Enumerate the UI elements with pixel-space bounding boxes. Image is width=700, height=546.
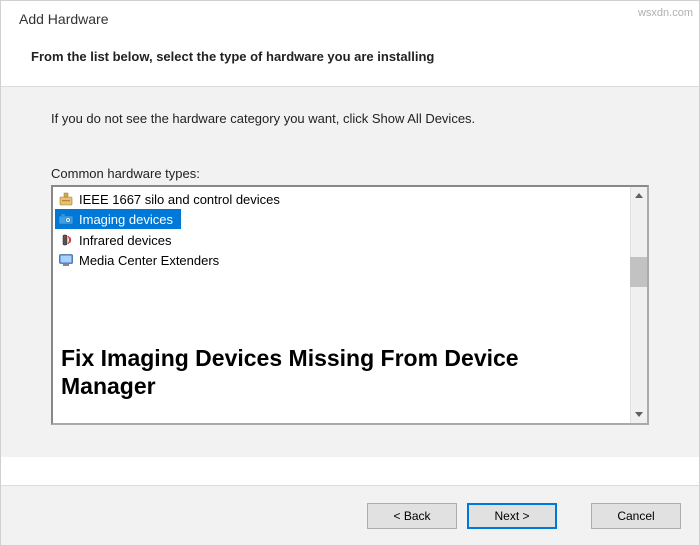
list-item-infrared[interactable]: Infrared devices xyxy=(55,230,628,250)
list-item-label: Media Center Extenders xyxy=(79,253,219,268)
media-center-extenders-icon xyxy=(57,252,75,268)
overlay-caption: Fix Imaging Devices Missing From Device … xyxy=(61,344,581,402)
back-button[interactable]: < Back xyxy=(367,503,457,529)
list-item-label: Infrared devices xyxy=(79,233,172,248)
wizard-body: If you do not see the hardware category … xyxy=(1,87,699,457)
scroll-down-button[interactable] xyxy=(631,406,647,423)
listbox-content: IEEE 1667 silo and control devices xyxy=(53,187,630,423)
scroll-up-button[interactable] xyxy=(631,187,647,204)
wizard-subtitle: From the list below, select the type of … xyxy=(19,49,681,64)
list-item-imaging-devices[interactable]: Imaging devices xyxy=(55,209,181,229)
cancel-button[interactable]: Cancel xyxy=(591,503,681,529)
list-item-label: IEEE 1667 silo and control devices xyxy=(79,192,280,207)
list-label: Common hardware types: xyxy=(51,166,649,181)
wizard-button-bar: < Back Next > Cancel xyxy=(1,485,699,545)
list-item-media-center-extenders[interactable]: Media Center Extenders xyxy=(55,250,628,270)
silo-device-icon xyxy=(57,191,75,207)
listbox-scrollbar[interactable] xyxy=(630,187,647,423)
infrared-devices-icon xyxy=(57,232,75,248)
watermark-text: wsxdn.com xyxy=(638,7,693,19)
list-item-label: Imaging devices xyxy=(79,212,173,227)
window-title: Add Hardware xyxy=(19,11,681,27)
imaging-devices-icon xyxy=(57,211,75,227)
wizard-header: Add Hardware From the list below, select… xyxy=(1,1,699,86)
next-button[interactable]: Next > xyxy=(467,503,557,529)
list-item-ieee1667[interactable]: IEEE 1667 silo and control devices xyxy=(55,189,628,209)
hardware-types-listbox[interactable]: IEEE 1667 silo and control devices xyxy=(51,185,649,425)
scroll-thumb[interactable] xyxy=(630,257,647,287)
add-hardware-wizard-window: wsxdn.com Add Hardware From the list bel… xyxy=(0,0,700,546)
instruction-text: If you do not see the hardware category … xyxy=(51,111,649,126)
